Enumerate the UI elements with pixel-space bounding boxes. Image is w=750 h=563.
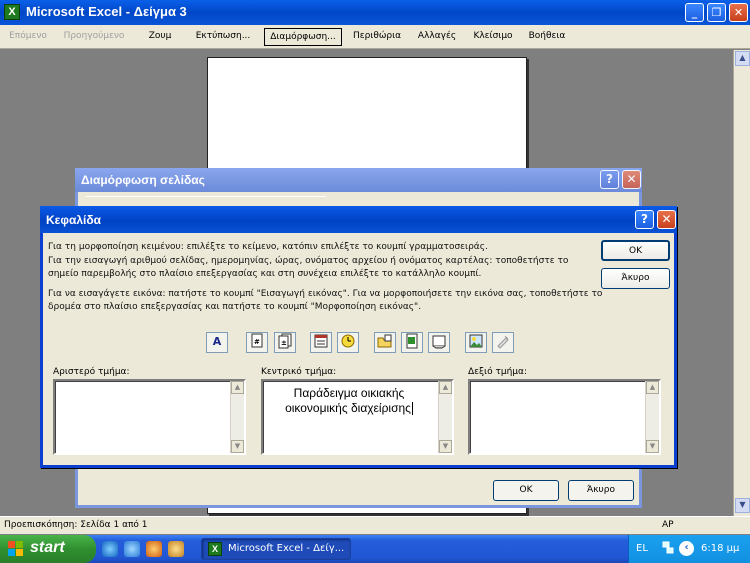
time-icon[interactable] xyxy=(337,332,359,353)
format-picture-icon[interactable] xyxy=(492,332,514,353)
svg-text:±: ± xyxy=(281,339,287,347)
instruction-line: Για να εισαγάγετε εικόνα: πατήστε το κου… xyxy=(48,289,603,299)
right-section-label: Δεξιό τμήμα: xyxy=(468,367,527,377)
status-bar: Προεπισκόπηση: Σελίδα 1 από 1 ΑΡ xyxy=(0,516,750,534)
instruction-line: Για την εισαγωγή αριθμού σελίδας, ημερομ… xyxy=(48,256,569,266)
text-caret xyxy=(411,402,413,416)
insert-picture-icon[interactable] xyxy=(465,332,487,353)
excel-icon: X xyxy=(208,542,222,556)
scroll-down-icon[interactable]: ▼ xyxy=(231,440,244,453)
instruction-line: σημείο παρεμβολής στο πλαίσιο επεξεργασί… xyxy=(48,269,482,279)
help-icon[interactable]: ? xyxy=(635,210,654,229)
font-icon[interactable]: A xyxy=(206,332,228,353)
quick-launch-icon[interactable] xyxy=(168,541,184,557)
instruction-line: Για τη μορφοποίηση κειμένου: επιλέξτε το… xyxy=(48,242,488,252)
media-player-icon[interactable] xyxy=(146,541,162,557)
scroll-down-icon[interactable]: ▼ xyxy=(735,498,750,513)
scroll-up-icon[interactable]: ▲ xyxy=(439,381,452,394)
file-name-icon[interactable] xyxy=(401,332,423,353)
svg-text:#: # xyxy=(254,338,260,346)
help-button[interactable]: Βοήθεια xyxy=(524,28,570,46)
left-section-label: Αριστερό τμήμα: xyxy=(53,367,130,377)
center-line-1: Παράδειγμα οικιακής xyxy=(293,386,405,400)
taskbar-excel-item[interactable]: X Microsoft Excel - Δείγ... xyxy=(201,538,351,560)
next-button[interactable]: Επόμενο xyxy=(3,28,53,46)
left-section-input[interactable]: ▲ ▼ xyxy=(53,379,246,455)
app-title-bar: X Microsoft Excel - Δείγμα 3 _ ❐ ✕ xyxy=(0,0,750,25)
close-icon[interactable]: ✕ xyxy=(657,210,676,229)
center-section-label: Κεντρικό τμήμα: xyxy=(261,367,337,377)
right-section-input[interactable]: ▲ ▼ xyxy=(468,379,661,455)
center-section-text: Παράδειγμα οικιακής οικονομικής διαχείρι… xyxy=(269,386,429,416)
taskbar: start X Microsoft Excel - Δείγ... EL ‹ 6… xyxy=(0,535,750,563)
preview-toolbar: Επόμενο Προηγούμενο Ζουμ Εκτύπωση... Δια… xyxy=(0,25,750,49)
start-button[interactable]: start xyxy=(0,535,96,563)
margins-button[interactable]: Περιθώρια xyxy=(348,28,406,46)
sheet-name-icon[interactable] xyxy=(428,332,450,353)
scroll-down-icon[interactable]: ▼ xyxy=(439,440,452,453)
center-section-input[interactable]: Παράδειγμα οικιακής οικονομικής διαχείρι… xyxy=(261,379,454,455)
setup-button[interactable]: Διαμόρφωση... xyxy=(264,28,342,46)
date-icon[interactable] xyxy=(310,332,332,353)
ok-button[interactable]: ΟΚ xyxy=(601,240,670,261)
left-section-scrollbar[interactable]: ▲ ▼ xyxy=(230,381,244,453)
page-setup-ok-button[interactable]: ΟΚ xyxy=(493,480,559,501)
excel-icon: X xyxy=(4,4,20,20)
system-tray: EL ‹ 6:18 μμ xyxy=(628,535,750,563)
network-icon[interactable] xyxy=(661,541,675,555)
clock: 6:18 μμ xyxy=(701,543,740,554)
status-mode: ΑΡ xyxy=(662,520,674,530)
zoom-button[interactable]: Ζουμ xyxy=(136,28,184,46)
center-line-2: οικονομικής διαχείρισης xyxy=(285,401,411,415)
windows-logo-icon xyxy=(8,541,24,557)
file-path-icon[interactable] xyxy=(374,332,396,353)
cancel-button[interactable]: Άκυρο xyxy=(601,268,670,289)
previous-button[interactable]: Προηγούμενο xyxy=(58,28,130,46)
scroll-up-icon[interactable]: ▲ xyxy=(646,381,659,394)
print-button[interactable]: Εκτύπωση... xyxy=(189,28,257,46)
scroll-down-icon[interactable]: ▼ xyxy=(646,440,659,453)
close-app-button[interactable]: ✕ xyxy=(729,3,748,22)
close-preview-button[interactable]: Κλείσιμο xyxy=(467,28,519,46)
restore-button[interactable]: ❐ xyxy=(707,3,726,22)
outlook-express-icon[interactable] xyxy=(124,541,140,557)
scroll-up-icon[interactable]: ▲ xyxy=(735,51,750,66)
language-indicator[interactable]: EL xyxy=(636,543,648,554)
page-setup-cancel-button[interactable]: Άκυρο xyxy=(568,480,634,501)
app-title: Microsoft Excel - Δείγμα 3 xyxy=(26,4,187,19)
page-break-button[interactable]: Αλλαγές xyxy=(412,28,462,46)
start-label: start xyxy=(30,539,65,556)
chevron-left-icon[interactable]: ‹ xyxy=(679,541,694,556)
page-setup-title: Διαμόρφωση σελίδας xyxy=(75,168,642,192)
right-section-scrollbar[interactable]: ▲ ▼ xyxy=(645,381,659,453)
header-dialog-title: Κεφαλίδα xyxy=(40,206,677,233)
status-page-info: Προεπισκόπηση: Σελίδα 1 από 1 xyxy=(4,520,148,530)
center-section-scrollbar[interactable]: ▲ ▼ xyxy=(438,381,452,453)
taskbar-excel-label: Microsoft Excel - Δείγ... xyxy=(228,543,345,554)
vertical-scrollbar[interactable]: ▲ ▼ xyxy=(733,50,750,516)
scroll-up-icon[interactable]: ▲ xyxy=(231,381,244,394)
page-setup-help-icon[interactable]: ? xyxy=(600,170,619,189)
page-number-icon[interactable]: # xyxy=(246,332,268,353)
page-setup-close-icon[interactable]: ✕ xyxy=(622,170,641,189)
instruction-line: δρομέα στο πλαίσιο επεξεργασίας και πατή… xyxy=(48,302,422,312)
header-dialog: Κεφαλίδα ? ✕ Για τη μορφοποίηση κειμένου… xyxy=(40,206,677,468)
internet-explorer-icon[interactable] xyxy=(102,541,118,557)
total-pages-icon[interactable]: ± xyxy=(274,332,296,353)
minimize-button[interactable]: _ xyxy=(685,3,704,22)
